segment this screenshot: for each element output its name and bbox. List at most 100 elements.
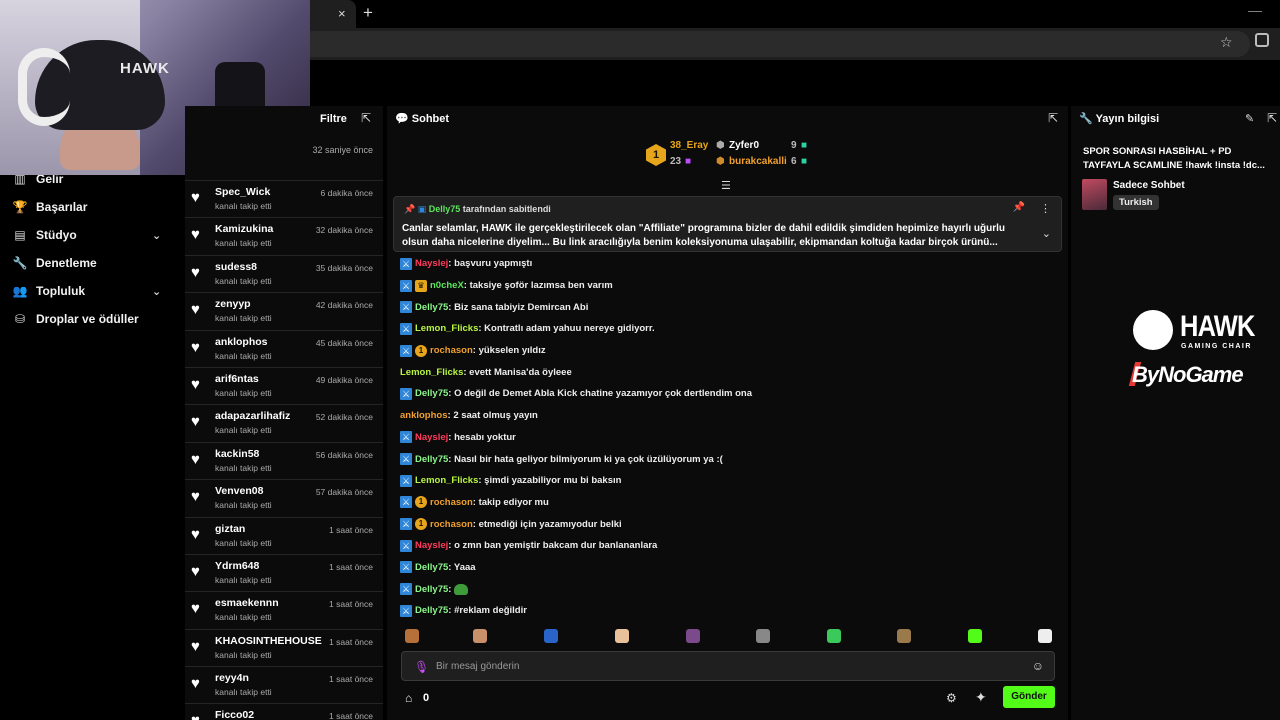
emoji-picker-icon[interactable]: ☺	[1032, 659, 1044, 673]
chat-username[interactable]: Lemon_Flicks	[415, 475, 478, 486]
chat-username[interactable]: Delly75	[415, 388, 448, 399]
send-button[interactable]: Gönder	[1003, 686, 1055, 708]
new-tab-icon[interactable]: +	[363, 3, 373, 23]
stream-info-popout-icon[interactable]: ⇱	[1267, 111, 1277, 125]
leaderboard-gold-medal-icon: 1	[646, 144, 666, 166]
filter-button[interactable]: Filtre	[320, 113, 347, 125]
sidebar-item-5[interactable]: ⛁ Droplar ve ödüller	[0, 305, 180, 333]
chat-username[interactable]: Lemon_Flicks	[400, 367, 463, 378]
follower-row[interactable]: ♥ anklophos kanalı takip etti 45 dakika önc…	[185, 329, 383, 367]
edit-pencil-icon[interactable]: ✎	[1245, 112, 1254, 125]
follower-row[interactable]: ♥ esmaekennn kanalı takip etti 1 saat önce	[185, 591, 383, 628]
follower-name[interactable]: reyy4n	[215, 672, 249, 684]
follower-row[interactable]: ♥ zenyyp kanalı takip etti 42 dakika önce	[185, 292, 383, 329]
chat-username[interactable]: rochason	[430, 519, 473, 530]
leaderboard-third-name[interactable]: burakcakalli	[729, 156, 787, 167]
pinned-by-user[interactable]: Delly75	[429, 204, 461, 214]
chat-username[interactable]: n0cheX	[430, 280, 464, 291]
store-icon[interactable]: ⌂	[405, 691, 412, 705]
follower-row[interactable]: ♥ Spec_Wick kanalı takip etti 6 dakika önce	[185, 180, 383, 217]
sidebar-item-4[interactable]: 👥 Topluluk ⌄	[0, 277, 180, 305]
chat-username[interactable]: Delly75	[415, 562, 448, 573]
leaderboard-second-name[interactable]: Zyfer0	[729, 140, 759, 151]
chat-username[interactable]: Delly75	[415, 605, 448, 616]
follower-action: kanalı takip etti	[215, 425, 272, 436]
bookmark-star-icon[interactable]: ☆	[1220, 34, 1233, 51]
chat-settings-gear-icon[interactable]: ⚙	[946, 691, 957, 705]
follower-name[interactable]: Spec_Wick	[215, 186, 270, 198]
frog-emote-icon	[454, 583, 469, 595]
sidebar-item-1[interactable]: 🏆 Başarılar	[0, 193, 180, 221]
sidebar-item-2[interactable]: ▤ Stüdyo ⌄	[0, 221, 180, 249]
follower-row[interactable]: ♥ Ydrm648 kanalı takip etti 1 saat önce	[185, 553, 383, 591]
chevron-down-icon[interactable]: ⌄	[152, 285, 161, 298]
sidebar-item-label: Denetleme	[36, 256, 97, 270]
follower-row[interactable]: ♥ Venven08 kanalı takip etti 57 dakika önce	[185, 479, 383, 516]
emote-icon[interactable]	[473, 629, 487, 643]
follower-name[interactable]: sudess8	[215, 261, 257, 273]
chat-username[interactable]: Delly75	[415, 584, 448, 595]
follower-name[interactable]: anklophos	[215, 336, 268, 348]
tab-close-icon[interactable]: ×	[338, 6, 346, 21]
follower-name[interactable]: KHAOSINTHEHOUSE	[215, 635, 322, 647]
chat-username[interactable]: Nayslej	[415, 258, 448, 269]
chat-popout-icon[interactable]: ⇱	[1048, 111, 1058, 125]
emote-icon[interactable]	[827, 629, 841, 643]
moderator-sword-icon: ⚔	[400, 301, 412, 314]
chat-message-input[interactable]: 🎙 Bir mesaj gönderin ☺	[401, 651, 1055, 681]
follower-row[interactable]: ♥ Ficco02 1 saat önce	[185, 703, 383, 720]
emote-icon[interactable]	[405, 629, 419, 643]
follower-name[interactable]: zenyyp	[215, 298, 251, 310]
chat-extensions-icon[interactable]: ✦	[975, 689, 987, 706]
follower-row[interactable]: ♥ kackin58 kanalı takip etti 56 dakika önce	[185, 441, 383, 479]
emote-icon[interactable]	[968, 629, 982, 643]
emote-icon[interactable]	[544, 629, 558, 643]
chat-username[interactable]: Lemon_Flicks	[415, 323, 478, 334]
window-minimize-icon[interactable]: —	[1248, 2, 1262, 18]
chevron-down-icon[interactable]: ⌄	[152, 229, 161, 242]
chat-username[interactable]: Nayslej	[415, 540, 448, 551]
extensions-icon[interactable]	[1255, 33, 1269, 47]
follower-name[interactable]: Kamizukina	[215, 223, 273, 235]
stream-category[interactable]: Sadece Sohbet	[1113, 180, 1185, 191]
follower-name[interactable]: Ydrm648	[215, 560, 259, 572]
follower-name[interactable]: adapazarlihafiz	[215, 410, 290, 422]
unpin-icon[interactable]: 📌	[1013, 202, 1025, 213]
follower-row[interactable]: ♥ adapazarlihafiz kanalı takip etti 52 daki…	[185, 404, 383, 441]
chat-username[interactable]: rochason	[430, 497, 473, 508]
follower-name[interactable]: Ficco02	[215, 709, 254, 720]
follower-name[interactable]: giztan	[215, 523, 245, 535]
webcam-headset	[18, 48, 70, 126]
follower-row[interactable]: ♥ arif6ntas kanalı takip etti 49 dakika önc…	[185, 366, 383, 404]
address-bar[interactable]	[300, 31, 1250, 57]
chat-username[interactable]: anklophos	[400, 410, 448, 421]
chat-username[interactable]: Delly75	[415, 302, 448, 313]
follower-row[interactable]: ♥ KHAOSINTHEHOUSE kanalı takip etti 1 saat …	[185, 628, 383, 666]
emote-icon[interactable]	[897, 629, 911, 643]
follower-row[interactable]: ♥ Kamizukina kanalı takip etti 32 dakika ön…	[185, 217, 383, 254]
chat-username[interactable]: rochason	[430, 345, 473, 356]
sidebar-item-3[interactable]: 🔧 Denetleme	[0, 249, 180, 277]
chevron-down-icon[interactable]: ⌄	[1042, 227, 1051, 240]
microphone-icon[interactable]: 🎙	[414, 660, 429, 674]
leaderboard-first-name[interactable]: 38_Eray	[670, 140, 708, 151]
chat-filter-icon[interactable]: ☰	[721, 179, 731, 192]
follower-row[interactable]: ♥ giztan kanalı takip etti 1 saat önce	[185, 516, 383, 554]
follower-time: 35 dakika önce	[315, 262, 373, 273]
follower-name[interactable]: arif6ntas	[215, 373, 259, 385]
hawk-brand-subtitle: GAMING CHAIR	[1181, 343, 1252, 350]
more-options-icon[interactable]: ⋮	[1040, 202, 1051, 215]
follower-name[interactable]: esmaekennn	[215, 597, 279, 609]
emote-icon[interactable]	[1038, 629, 1052, 643]
emote-icon[interactable]	[756, 629, 770, 643]
follower-row[interactable]: ♥ reyy4n kanalı takip etti 1 saat önce	[185, 666, 383, 703]
follower-name[interactable]: Venven08	[215, 485, 263, 497]
follower-row[interactable]: ♥ sudess8 kanalı takip etti 35 dakika önce	[185, 254, 383, 292]
chat-username[interactable]: Nayslej	[415, 432, 448, 443]
follower-name[interactable]: kackin58	[215, 448, 259, 460]
chat-username[interactable]: Delly75	[415, 454, 448, 465]
chat-message: ⚔ 1 rochason: yükselen yıldız	[400, 340, 1050, 362]
emote-icon[interactable]	[686, 629, 700, 643]
popout-icon[interactable]: ⇱	[361, 111, 371, 125]
emote-icon[interactable]	[615, 629, 629, 643]
